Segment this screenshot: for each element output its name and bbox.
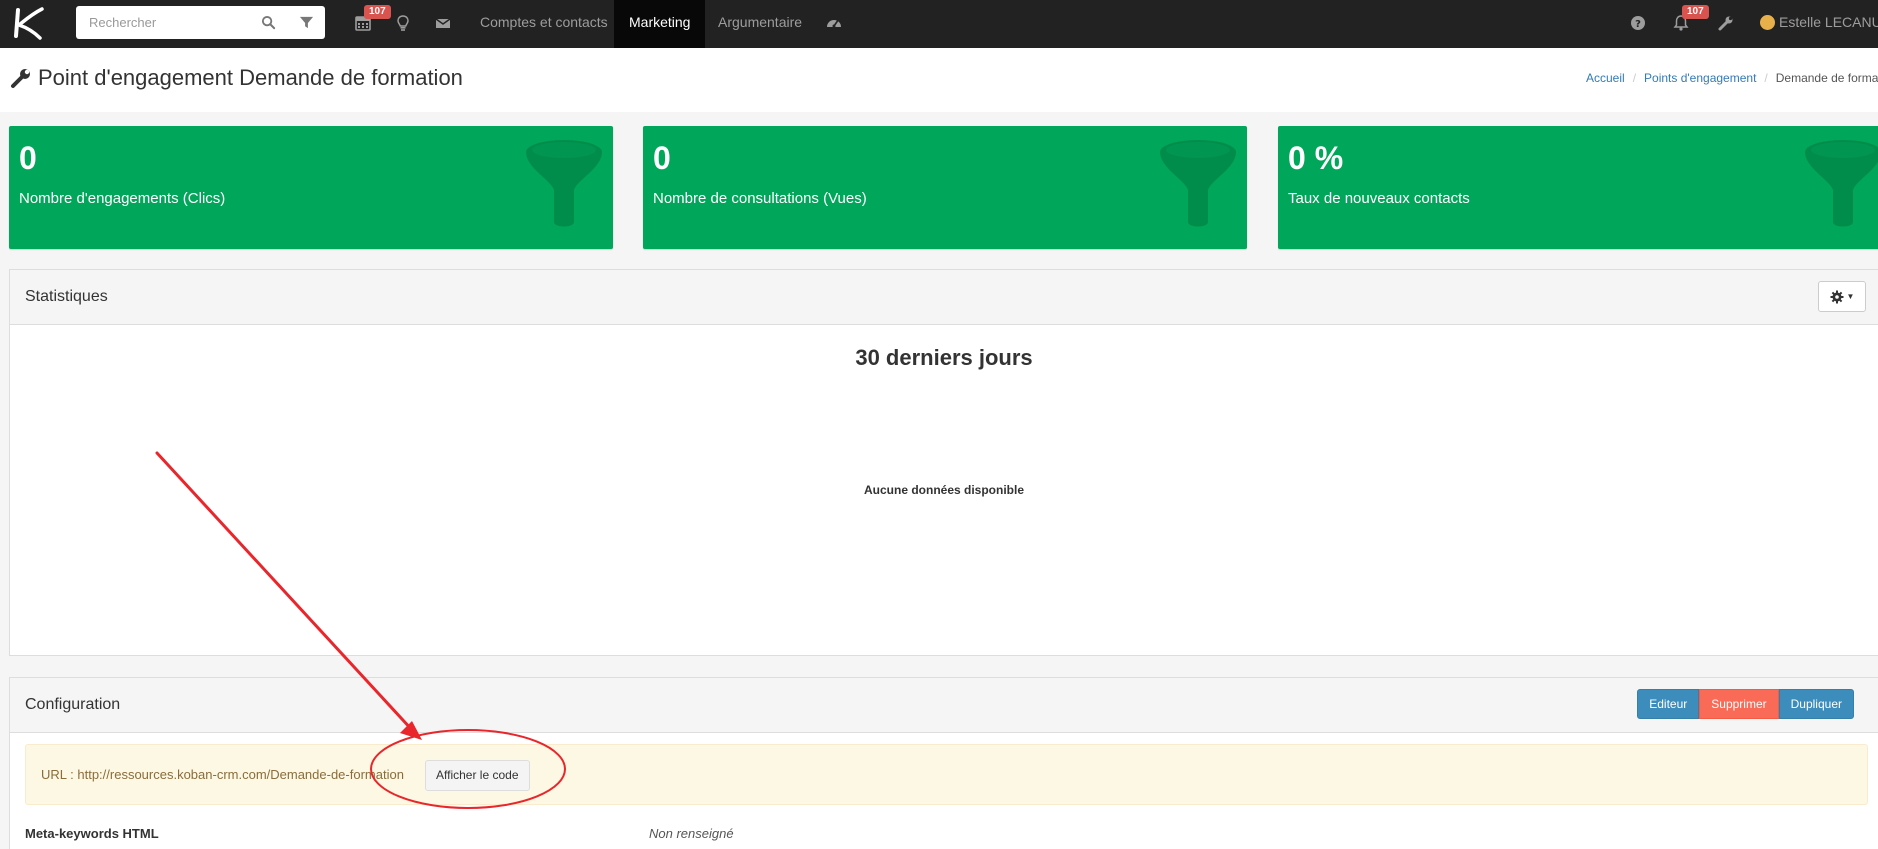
notification-badge: 107 (1682, 5, 1709, 19)
stat-box-nouveaux-contacts: 0 % Taux de nouveaux contacts (1278, 126, 1878, 249)
edit-button[interactable]: Editeur (1637, 689, 1700, 719)
wrench-icon (11, 69, 30, 88)
url-text: URL : http://ressources.koban-crm.com/De… (41, 767, 404, 782)
show-code-button[interactable]: Afficher le code (425, 760, 530, 791)
nav-argumentaire[interactable]: Argumentaire (703, 0, 817, 48)
avatar (1760, 14, 1775, 30)
nav-comptes-contacts[interactable]: Comptes et contacts (465, 0, 623, 48)
stat-value: 0 (19, 140, 37, 176)
lightbulb-icon[interactable] (394, 14, 412, 32)
breadcrumb-current: Demande de formation (1775, 71, 1878, 85)
user-name: Estelle LECANU (1779, 14, 1878, 30)
top-navbar: 107 Comptes et contacts Marketing Argume… (0, 0, 1878, 48)
meta-keywords-value: Non renseigné (649, 826, 734, 841)
stat-value: 0 (653, 140, 671, 176)
logo-icon[interactable] (10, 6, 46, 42)
user-menu[interactable]: Estelle LECANU ▼ (1760, 0, 1878, 48)
funnel-icon (1805, 140, 1878, 227)
stat-label: Taux de nouveaux contacts (1288, 190, 1470, 207)
search-icon[interactable] (261, 15, 276, 30)
settings-dropdown-button[interactable]: ▼ (1818, 281, 1866, 312)
gear-icon (1830, 290, 1844, 303)
panel-title: Configuration (25, 696, 121, 713)
statistiques-panel: Statistiques ▼ 30 derniers jours Aucune … (9, 269, 1878, 656)
dashboard-icon[interactable] (825, 14, 843, 32)
panel-heading: Statistiques ▼ (10, 270, 1878, 325)
meta-keywords-label: Meta-keywords HTML (25, 826, 159, 841)
chart-title: 30 derniers jours (855, 345, 1033, 370)
meta-keywords-row: Meta-keywords HTML Non renseigné (25, 826, 1875, 846)
funnel-icon (526, 140, 602, 227)
page-title-text: Point d'engagement Demande de formation (38, 65, 463, 90)
filter-icon[interactable] (299, 15, 314, 30)
search-box (76, 6, 325, 39)
url-alert: URL : http://ressources.koban-crm.com/De… (25, 744, 1868, 805)
action-button-group: Editeur Supprimer Dupliquer (1637, 689, 1854, 719)
breadcrumb-points-engagement[interactable]: Points d'engagement (1644, 71, 1756, 85)
breadcrumb: Accueil / Points d'engagement / Demande de f… (1586, 71, 1878, 85)
panel-heading: Configuration Editeur Supprimer Duplique… (10, 678, 1878, 733)
envelope-icon[interactable] (434, 14, 452, 32)
search-input[interactable] (76, 6, 256, 39)
page-title: Point d'engagement Demande de formation (10, 65, 463, 91)
duplicate-button[interactable]: Dupliquer (1778, 689, 1854, 719)
stat-value: 0 % (1288, 140, 1344, 176)
panel-title: Statistiques (25, 288, 108, 305)
caret-down-icon: ▼ (1846, 292, 1855, 301)
page-header: Point d'engagement Demande de formation … (0, 48, 1878, 112)
question-icon[interactable]: ? (1629, 14, 1647, 32)
svg-text:?: ? (1635, 19, 1641, 30)
wrench-icon[interactable] (1717, 14, 1735, 32)
calendar-badge: 107 (364, 5, 391, 19)
delete-button[interactable]: Supprimer (1699, 689, 1779, 719)
stat-label: Nombre d'engagements (Clics) (19, 190, 226, 207)
stat-box-vues: 0 Nombre de consultations (Vues) (643, 126, 1247, 249)
breadcrumb-accueil[interactable]: Accueil (1586, 71, 1625, 85)
no-data-message: Aucune données disponible (863, 483, 1024, 497)
funnel-icon (1160, 140, 1236, 227)
nav-marketing[interactable]: Marketing (614, 0, 706, 48)
stat-label: Nombre de consultations (Vues) (653, 190, 867, 207)
configuration-panel: Configuration Editeur Supprimer Duplique… (9, 677, 1878, 849)
stat-box-clics: 0 Nombre d'engagements (Clics) (9, 126, 613, 249)
